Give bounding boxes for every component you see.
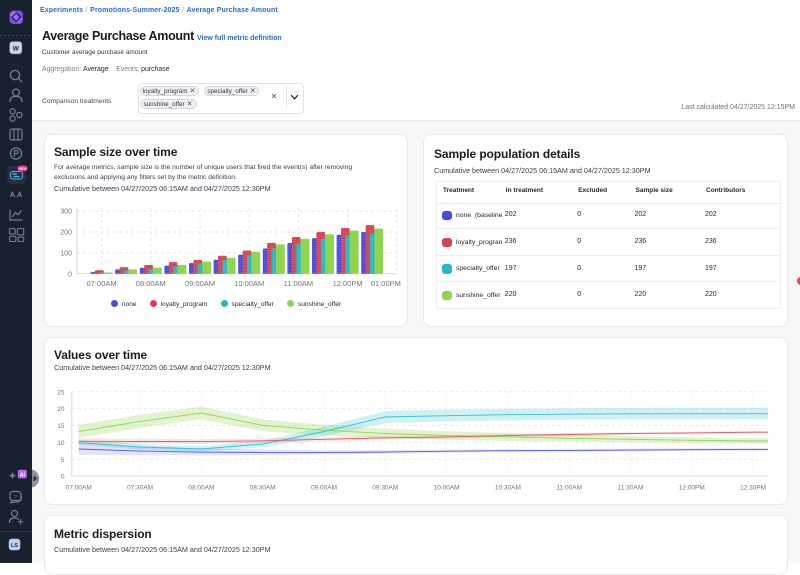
svg-text:10:30AM: 10:30AM: [495, 485, 521, 492]
svg-text:09:00AM: 09:00AM: [311, 485, 337, 492]
svg-text:01:00PM: 01:00PM: [371, 279, 401, 288]
svg-text:10:00AM: 10:00AM: [234, 279, 264, 288]
svg-text:?: ?: [14, 495, 17, 501]
svg-text:25: 25: [57, 389, 65, 396]
svg-text:20: 20: [57, 406, 65, 413]
svg-text:08:00AM: 08:00AM: [188, 485, 214, 492]
svg-text:300: 300: [60, 209, 72, 216]
svg-text:08:30AM: 08:30AM: [250, 485, 276, 492]
svg-text:12:00PM: 12:00PM: [333, 279, 363, 288]
svg-text:07:30AM: 07:30AM: [127, 485, 153, 492]
svg-text:15: 15: [57, 423, 65, 430]
svg-text:12:30PM: 12:30PM: [740, 485, 766, 492]
svg-text:07:00AM: 07:00AM: [66, 485, 92, 492]
svg-text:200: 200: [60, 230, 72, 237]
svg-text:07:00AM: 07:00AM: [87, 279, 117, 288]
svg-text:0: 0: [68, 271, 72, 278]
svg-text:5: 5: [61, 457, 65, 464]
svg-text:100: 100: [60, 251, 72, 258]
svg-text:09:30AM: 09:30AM: [372, 485, 398, 492]
svg-text:10:00AM: 10:00AM: [434, 485, 460, 492]
svg-text:11:30AM: 11:30AM: [618, 485, 644, 492]
svg-text:LS: LS: [11, 543, 18, 549]
svg-text:11:00AM: 11:00AM: [556, 485, 582, 492]
svg-text:0: 0: [61, 474, 65, 481]
svg-text:10: 10: [57, 440, 65, 447]
svg-text:AI: AI: [20, 472, 26, 478]
svg-text:NEW: NEW: [18, 167, 27, 171]
svg-text:09:00AM: 09:00AM: [185, 279, 215, 288]
svg-text:08:00AM: 08:00AM: [136, 279, 166, 288]
svg-text:12:00PM: 12:00PM: [679, 485, 705, 492]
svg-text:11:00AM: 11:00AM: [284, 279, 313, 288]
svg-text:W: W: [13, 46, 20, 53]
